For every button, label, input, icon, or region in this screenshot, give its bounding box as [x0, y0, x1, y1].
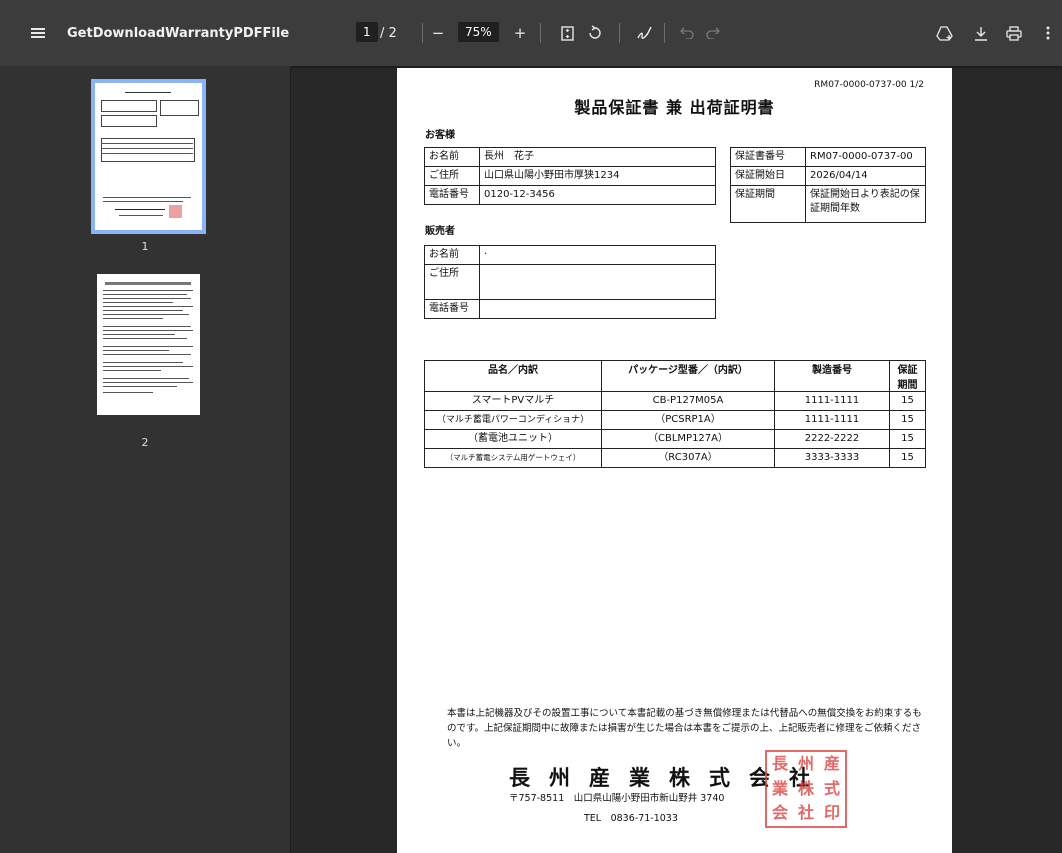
- warranty-value: RM07-0000-0737-00: [805, 147, 926, 167]
- table-row: （蓄電池ユニット） （CBLMP127A） 2222-2222 15: [424, 429, 926, 449]
- document-title: GetDownloadWarrantyPDFFile: [67, 25, 290, 41]
- seller-label: お名前: [424, 245, 480, 265]
- print-icon[interactable]: [1003, 0, 1025, 66]
- pdf-page-1: RM07-0000-0737-00 1/2 製品保証書 兼 出荷証明書 お客様 …: [397, 68, 952, 853]
- customer-label: ご住所: [424, 166, 480, 186]
- page-thumbnail-2[interactable]: [97, 274, 200, 415]
- table-row: お名前 ·: [424, 245, 716, 265]
- customer-value: 0120-12-3456: [479, 185, 716, 205]
- company-address: 〒757-8511 山口県山陽小野田市新山野井 3740: [509, 793, 725, 804]
- item-serial: 3333-3333: [774, 448, 890, 468]
- company-seal: 長州産 業株式 会社印: [765, 750, 847, 828]
- toolbar-divider: [422, 23, 423, 43]
- customer-value: 長州 花子: [479, 147, 716, 167]
- customer-table: お名前 長州 花子 ご住所 山口県山陽小野田市厚狭1234 電話番号 0120-12-…: [424, 147, 716, 205]
- item-warranty: 15: [889, 391, 926, 411]
- pdf-toolbar: GetDownloadWarrantyPDFFile 1 / 2 − 75% +: [0, 0, 1062, 66]
- table-row: （マルチ蓄電システム用ゲートウェイ） （RC307A） 3333-3333 15: [424, 448, 926, 468]
- menu-icon[interactable]: [28, 0, 48, 66]
- item-warranty: 15: [889, 410, 926, 430]
- thumbnail-sidebar: 1 2: [0, 66, 291, 853]
- warranty-value: 保証開始日より表記の保証期間年数: [805, 185, 926, 223]
- item-warranty: 15: [889, 448, 926, 468]
- column-header: パッケージ型番／（内訳）: [601, 360, 775, 392]
- warranty-table: 保証書番号 RM07-0000-0737-00 保証開始日 2026/04/14 保…: [730, 147, 926, 223]
- document-title-heading: 製品保証書 兼 出荷証明書: [574, 98, 775, 117]
- zoom-in-button[interactable]: +: [509, 0, 531, 66]
- table-row: 保証期間 保証開始日より表記の保証期間年数: [730, 185, 926, 223]
- zoom-input[interactable]: 75%: [458, 22, 499, 42]
- seller-heading: 販売者: [425, 226, 455, 237]
- item-model: （RC307A）: [601, 448, 775, 468]
- more-vert-icon[interactable]: [1037, 0, 1059, 66]
- company-phone: TEL 0836-71-1033: [584, 813, 678, 824]
- undo-icon[interactable]: [676, 0, 698, 66]
- table-row: スマートPVマルチ CB-P127M05A 1111-1111 15: [424, 391, 926, 411]
- fit-page-icon[interactable]: [556, 0, 578, 66]
- item-name: （マルチ蓄電パワーコンディショナ）: [424, 410, 602, 430]
- item-warranty: 15: [889, 429, 926, 449]
- item-serial: 1111-1111: [774, 410, 890, 430]
- seller-table: お名前 · ご住所 電話番号: [424, 245, 716, 319]
- document-reference: RM07-0000-0737-00 1/2: [814, 80, 924, 90]
- toolbar-divider: [664, 23, 665, 43]
- customer-label: 電話番号: [424, 185, 480, 205]
- thumbnail-label-2: 2: [141, 436, 149, 449]
- seller-label: ご住所: [424, 264, 480, 300]
- table-row: 保証書番号 RM07-0000-0737-00: [730, 147, 926, 167]
- zoom-out-button[interactable]: −: [427, 0, 449, 66]
- warranty-statement: 本書は上記機器及びその設置工事について本書記載の基づき無償修理または代替品への無…: [447, 708, 922, 749]
- pen-icon[interactable]: [634, 0, 656, 66]
- item-model: （PCSRP1A）: [601, 410, 775, 430]
- item-name: スマートPVマルチ: [424, 391, 602, 411]
- warranty-label: 保証開始日: [730, 166, 806, 186]
- save-to-drive-icon[interactable]: [934, 0, 956, 66]
- seller-value: ·: [479, 245, 716, 265]
- item-model: （CBLMP127A）: [601, 429, 775, 449]
- seller-label: 電話番号: [424, 299, 480, 319]
- toolbar-divider: [619, 23, 620, 43]
- table-row: お名前 長州 花子: [424, 147, 716, 167]
- warranty-label: 保証期間: [730, 185, 806, 223]
- redo-icon[interactable]: [702, 0, 724, 66]
- page-number-input[interactable]: 1: [356, 22, 378, 42]
- table-row: （マルチ蓄電パワーコンディショナ） （PCSRP1A） 1111-1111 15: [424, 410, 926, 430]
- warranty-value: 2026/04/14: [805, 166, 926, 186]
- table-header-row: 品名／内訳 パッケージ型番／（内訳） 製造番号 保証期間: [424, 360, 926, 392]
- table-row: ご住所: [424, 264, 716, 300]
- column-header: 製造番号: [774, 360, 890, 392]
- item-name: （マルチ蓄電システム用ゲートウェイ）: [424, 448, 602, 468]
- download-icon[interactable]: [970, 0, 992, 66]
- table-row: 電話番号 0120-12-3456: [424, 185, 716, 205]
- thumbnail-label-1: 1: [141, 240, 149, 253]
- item-model: CB-P127M05A: [601, 391, 775, 411]
- page-total: / 2: [380, 25, 397, 41]
- item-name: （蓄電池ユニット）: [424, 429, 602, 449]
- table-row: 保証開始日 2026/04/14: [730, 166, 926, 186]
- customer-label: お名前: [424, 147, 480, 167]
- seller-value: [479, 264, 716, 300]
- item-serial: 2222-2222: [774, 429, 890, 449]
- items-table: 品名／内訳 パッケージ型番／（内訳） 製造番号 保証期間 スマートPVマルチ C…: [424, 360, 926, 468]
- rotate-icon[interactable]: [584, 0, 606, 66]
- column-header: 保証期間: [889, 360, 926, 392]
- seller-value: [479, 299, 716, 319]
- customer-heading: お客様: [425, 130, 455, 141]
- page-thumbnail-1[interactable]: [91, 79, 206, 234]
- table-row: ご住所 山口県山陽小野田市厚狭1234: [424, 166, 716, 186]
- item-serial: 1111-1111: [774, 391, 890, 411]
- table-row: 電話番号: [424, 299, 716, 319]
- toolbar-divider: [540, 23, 541, 43]
- column-header: 品名／内訳: [424, 360, 602, 392]
- customer-value: 山口県山陽小野田市厚狭1234: [479, 166, 716, 186]
- warranty-label: 保証書番号: [730, 147, 806, 167]
